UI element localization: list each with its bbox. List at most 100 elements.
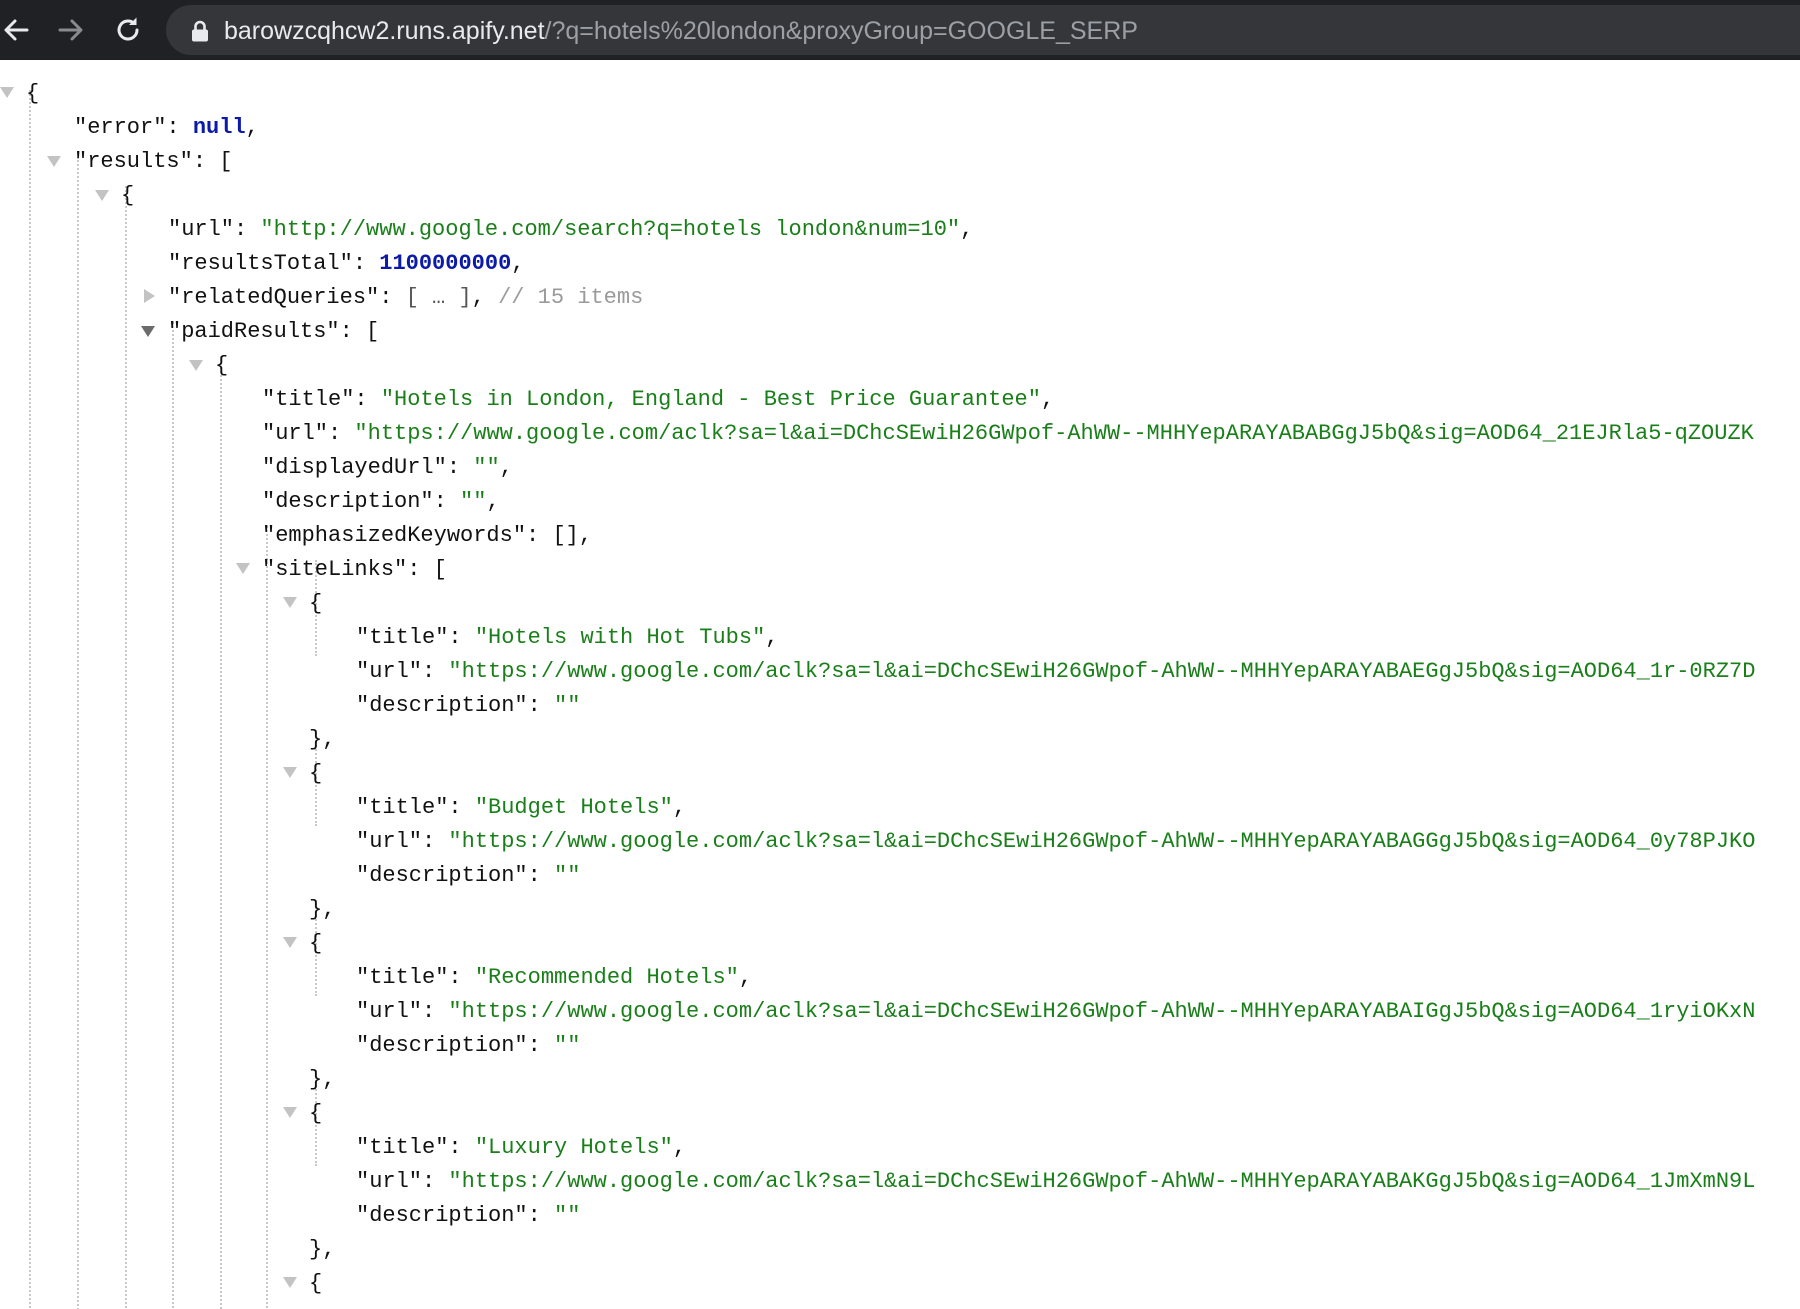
json-key: "url" [356, 999, 423, 1024]
json-line: { [215, 349, 228, 383]
punct: : [], [526, 523, 593, 548]
json-key: "siteLinks" [262, 557, 408, 582]
json-key: "url" [356, 829, 423, 854]
collapse-toggle[interactable] [95, 190, 109, 201]
reload-button[interactable] [106, 8, 150, 52]
json-value-string: "" [554, 693, 581, 718]
json-line: "error": null, [74, 111, 259, 145]
reload-icon [117, 17, 139, 41]
json-line: }, [309, 893, 335, 927]
json-key: "description" [356, 693, 528, 718]
collapse-toggle[interactable] [283, 1107, 297, 1118]
punct: : [ [192, 149, 233, 174]
json-value-string: "" [554, 1203, 581, 1228]
json-value-string: "" [554, 1033, 581, 1058]
json-value-string: "https://www.google.com/aclk?sa=l&ai=DCh… [354, 421, 1754, 446]
punct: : [234, 217, 261, 242]
collapse-toggle[interactable] [283, 597, 297, 608]
json-line: { [121, 179, 134, 213]
json-key: "results" [74, 149, 193, 174]
json-key: "paidResults" [168, 319, 340, 344]
lock-icon [192, 20, 208, 42]
json-value-string: "Recommended Hotels" [474, 965, 739, 990]
brace: }, [309, 897, 336, 922]
collapse-toggle[interactable] [141, 326, 155, 337]
collapse-toggle[interactable] [283, 937, 297, 948]
collapse-toggle[interactable] [283, 767, 297, 778]
json-line: "description": "" [356, 689, 580, 723]
brace: { [121, 183, 135, 208]
punct: , [672, 795, 687, 820]
url-path: /?q=hotels%20london&proxyGroup=GOOGLE_SE… [544, 17, 1138, 45]
json-line: "resultsTotal": 1100000000, [168, 247, 524, 281]
json-value-number: 1100000000 [379, 251, 512, 276]
json-viewer: { "error": null, "results": [ { "url": "… [0, 60, 1800, 1309]
json-line: "url": "https://www.google.com/aclk?sa=l… [356, 655, 1755, 689]
json-line: "description": "" [356, 1199, 580, 1233]
json-line: "url": "https://www.google.com/aclk?sa=l… [262, 417, 1754, 451]
punct: , [245, 115, 259, 140]
json-key: "error" [74, 115, 167, 140]
json-line: }, [309, 1063, 335, 1097]
punct: : [328, 421, 355, 446]
url-host: barowzcqhcw2.runs.apify.net [224, 17, 545, 45]
json-key: "title" [356, 625, 449, 650]
punct: : [446, 455, 474, 480]
brace: }, [309, 1237, 336, 1262]
punct: : [422, 999, 449, 1024]
collapsed-array[interactable]: [ … ] [406, 285, 472, 310]
punct: : [448, 795, 475, 820]
punct: , [765, 625, 779, 650]
brace: { [309, 1101, 323, 1126]
collapse-toggle[interactable] [189, 360, 203, 371]
brace: { [309, 761, 323, 786]
forward-button[interactable] [49, 8, 93, 52]
address-url[interactable]: barowzcqhcw2.runs.apify.net/?q=hotels%20… [224, 17, 1138, 45]
json-line: { [309, 757, 322, 791]
json-line: "url": "https://www.google.com/aclk?sa=l… [356, 825, 1755, 859]
json-line: "siteLinks": [ [262, 553, 447, 587]
indent-guide [172, 322, 174, 1309]
json-line: { [26, 77, 39, 111]
punct: : [422, 1169, 449, 1194]
json-line: "title": "Budget Hotels", [356, 791, 686, 825]
expand-toggle[interactable] [144, 289, 155, 303]
indent-guide [29, 90, 31, 1309]
address-bar[interactable]: barowzcqhcw2.runs.apify.net/?q=hotels%20… [166, 5, 1800, 55]
json-value-string: "" [473, 455, 500, 480]
punct: : [527, 1033, 555, 1058]
json-key: "title" [356, 1135, 449, 1160]
brace: { [215, 353, 229, 378]
punct: : [354, 387, 381, 412]
json-line: }, [309, 723, 335, 757]
collapse-toggle[interactable] [0, 87, 14, 98]
json-key: "url" [356, 659, 423, 684]
brace: { [309, 1271, 323, 1296]
punct: : [527, 863, 555, 888]
back-button[interactable] [0, 8, 38, 52]
collapse-toggle[interactable] [47, 156, 61, 167]
indent-guide [220, 356, 222, 1309]
json-key: "title" [356, 965, 449, 990]
punct: : [448, 1135, 475, 1160]
json-line: "description": "" [356, 859, 580, 893]
json-key: "description" [356, 1203, 528, 1228]
collapse-toggle[interactable] [236, 563, 250, 574]
json-key: "relatedQueries" [168, 285, 380, 310]
punct: : [166, 115, 193, 140]
punct: : [422, 659, 449, 684]
json-line: }, [309, 1233, 335, 1267]
json-line: "title": "Recommended Hotels", [356, 961, 752, 995]
json-value-null: null [192, 115, 246, 140]
json-key: "description" [262, 489, 434, 514]
json-line: { [309, 927, 322, 961]
punct: : [ [407, 557, 447, 582]
json-key: "title" [262, 387, 355, 412]
collapse-toggle[interactable] [283, 1277, 297, 1288]
json-line: "url": "https://www.google.com/aclk?sa=l… [356, 1165, 1755, 1199]
json-value-string: "https://www.google.com/aclk?sa=l&ai=DCh… [448, 829, 1756, 854]
json-line: { [309, 1267, 322, 1301]
json-line: "displayedUrl": "", [262, 451, 513, 485]
json-key: "displayedUrl" [262, 455, 447, 480]
json-key: "url" [262, 421, 329, 446]
